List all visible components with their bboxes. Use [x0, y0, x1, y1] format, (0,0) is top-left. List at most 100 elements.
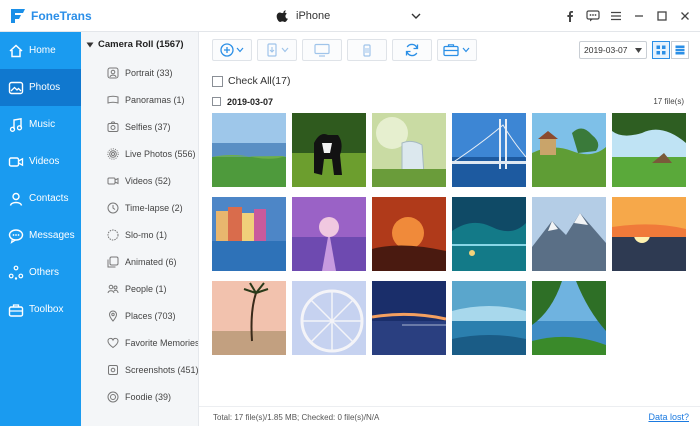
- photo-thumbnail[interactable]: [372, 197, 446, 271]
- tree-item-label: Panoramas (1): [125, 95, 185, 105]
- tree-item-places[interactable]: Places (703): [107, 307, 198, 325]
- feedback-icon[interactable]: [582, 5, 604, 27]
- date-filter-select[interactable]: 2019-03-07: [579, 41, 647, 59]
- toolbox-dropdown-button[interactable]: [437, 39, 477, 61]
- tree-item-panoramas[interactable]: Panoramas (1): [107, 91, 198, 109]
- refresh-icon: [405, 43, 419, 57]
- selfie-icon: [107, 121, 119, 132]
- tree-item-screenshots[interactable]: Screenshots (451): [107, 361, 199, 379]
- photo-thumbnail[interactable]: [612, 113, 686, 187]
- tree-item-label: Live Photos (556): [125, 149, 196, 159]
- tree-item-label: Videos (52): [125, 176, 171, 186]
- tree-item-selfies[interactable]: Selfies (37): [107, 118, 198, 136]
- sidebar-item-toolbox[interactable]: Toolbox: [0, 291, 81, 328]
- photo-thumbnail[interactable]: [452, 197, 526, 271]
- list-view-icon: [675, 45, 685, 55]
- device-selector[interactable]: iPhone: [276, 0, 421, 32]
- photo-grid: [212, 113, 692, 398]
- sidebar-item-contacts[interactable]: Contacts: [0, 180, 81, 217]
- tree-item-videos[interactable]: Videos (52): [107, 172, 198, 190]
- check-all-checkbox[interactable]: [212, 75, 223, 87]
- album-tree: Camera Roll (1567) Portrait (33) Panoram…: [81, 32, 199, 426]
- photo-thumbnail[interactable]: [292, 113, 366, 187]
- photos-icon: [8, 80, 24, 96]
- maximize-icon[interactable]: [651, 5, 673, 27]
- data-lost-link[interactable]: Data lost?: [648, 412, 689, 422]
- home-icon: [8, 43, 24, 59]
- heart-icon: [107, 337, 119, 349]
- tree-root-label: Camera Roll (1567): [98, 39, 184, 50]
- sidebar-item-others[interactable]: Others: [0, 254, 81, 291]
- add-button[interactable]: [212, 39, 252, 61]
- photo-thumbnail[interactable]: [452, 113, 526, 187]
- video-icon: [107, 177, 119, 185]
- sidebar-item-messages[interactable]: Messages: [0, 217, 81, 254]
- sidebar-item-music[interactable]: Music: [0, 106, 81, 143]
- panorama-icon: [107, 95, 119, 104]
- animated-icon: [107, 256, 119, 268]
- tree-item-label: Animated (6): [125, 257, 177, 267]
- photo-thumbnail[interactable]: [532, 281, 606, 355]
- photo-thumbnail[interactable]: [372, 281, 446, 355]
- tree-root-camera-roll[interactable]: Camera Roll (1567): [86, 39, 184, 50]
- export-to-device-button[interactable]: [257, 39, 297, 61]
- photo-thumbnail[interactable]: [612, 197, 686, 271]
- photo-thumbnail[interactable]: [372, 113, 446, 187]
- sidebar-item-home[interactable]: Home: [0, 32, 81, 69]
- contacts-icon: [8, 191, 24, 207]
- sidebar-item-photos[interactable]: Photos: [0, 69, 81, 106]
- list-view-button[interactable]: [671, 41, 689, 59]
- photo-thumbnail[interactable]: [452, 281, 526, 355]
- photo-thumbnail[interactable]: [532, 197, 606, 271]
- tree-item-foodie[interactable]: Foodie (39): [107, 388, 198, 406]
- photo-thumbnail[interactable]: [292, 281, 366, 355]
- tree-item-label: Screenshots (451): [125, 365, 199, 375]
- tree-item-label: Time-lapse (2): [125, 203, 183, 213]
- apple-icon: [276, 10, 288, 22]
- places-icon: [108, 310, 118, 322]
- tree-item-label: Portrait (33): [125, 68, 173, 78]
- foodie-icon: [107, 391, 119, 403]
- tree-item-slo-mo[interactable]: Slo-mo (1): [107, 226, 198, 244]
- sidebar-item-label: Messages: [29, 230, 75, 241]
- photo-thumbnail[interactable]: [212, 113, 286, 187]
- date-group-title: 2019-03-07: [227, 96, 274, 107]
- chevron-down-icon: [411, 13, 421, 19]
- grid-view-button[interactable]: [652, 41, 670, 59]
- tree-item-label: Places (703): [125, 311, 176, 321]
- tree-item-animated[interactable]: Animated (6): [107, 253, 198, 271]
- tree-item-favorite-memories[interactable]: Favorite Memories (...: [107, 334, 199, 352]
- sidebar-item-label: Contacts: [29, 193, 69, 204]
- date-group-header: 2019-03-07 17 file(s): [212, 95, 684, 108]
- photo-thumbnail[interactable]: [212, 281, 286, 355]
- date-filter-value: 2019-03-07: [584, 45, 628, 55]
- fonetrans-logo-icon: [11, 9, 25, 23]
- sidebar-item-label: Others: [29, 267, 60, 278]
- export-to-pc-button[interactable]: [302, 39, 342, 61]
- tree-item-people[interactable]: People (1): [107, 280, 198, 298]
- time-lapse-icon: [107, 202, 119, 214]
- photo-thumbnail[interactable]: [532, 113, 606, 187]
- tree-item-time-lapse[interactable]: Time-lapse (2): [107, 199, 198, 217]
- refresh-button[interactable]: [392, 39, 432, 61]
- status-bar: Total: 17 file(s)/1.85 MB; Checked: 0 fi…: [199, 406, 700, 426]
- dropdown-arrow-icon: [635, 48, 642, 53]
- others-icon: [8, 265, 24, 281]
- close-icon[interactable]: [674, 5, 696, 27]
- date-group-count: 17 file(s): [653, 97, 684, 106]
- check-all[interactable]: Check All(17): [212, 75, 290, 87]
- minimize-icon[interactable]: [628, 5, 650, 27]
- menu-icon[interactable]: [605, 5, 627, 27]
- photo-thumbnail[interactable]: [212, 197, 286, 271]
- sidebar-item-label: Photos: [29, 82, 61, 93]
- tree-item-label: Favorite Memories (...: [125, 338, 199, 348]
- tree-item-portrait[interactable]: Portrait (33): [107, 64, 198, 82]
- facebook-icon[interactable]: [559, 5, 581, 27]
- device-name: iPhone: [296, 10, 331, 22]
- photo-thumbnail[interactable]: [292, 197, 366, 271]
- sidebar-item-videos[interactable]: Videos: [0, 143, 81, 180]
- tree-item-label: Selfies (37): [125, 122, 171, 132]
- delete-button[interactable]: [347, 39, 387, 61]
- tree-item-live-photos[interactable]: Live Photos (556): [107, 145, 198, 163]
- date-group-checkbox[interactable]: [212, 97, 221, 106]
